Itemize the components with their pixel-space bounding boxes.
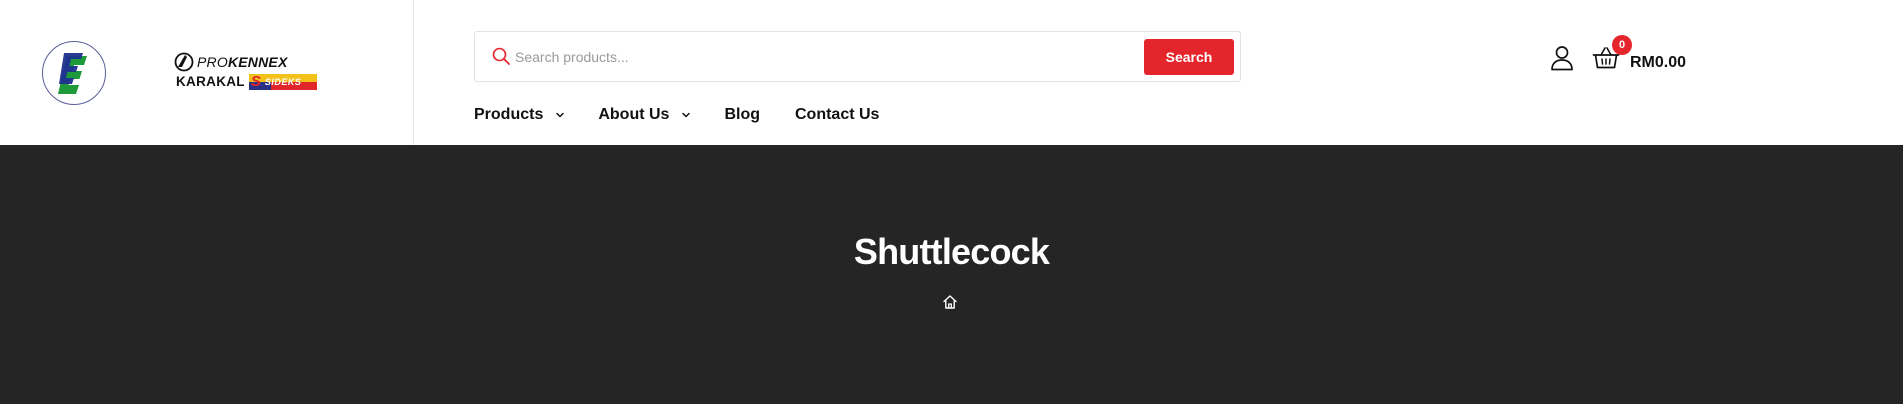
nav-item-contact-us[interactable]: Contact Us bbox=[795, 103, 879, 127]
nav-item-label: Contact Us bbox=[795, 106, 880, 123]
search-form: Search bbox=[474, 31, 1241, 82]
nav-item-products[interactable]: Products bbox=[474, 103, 565, 127]
site-header: PROKENNEX KARAKAL S SIDEKS Search Produc… bbox=[0, 0, 1903, 145]
main-nav: Products About Us Blog Contact Us bbox=[474, 103, 879, 127]
prokennex-logo: PROKENNEX bbox=[174, 52, 288, 72]
sideks-name: SIDEKS bbox=[264, 77, 302, 87]
search-icon bbox=[492, 47, 510, 65]
prokennex-mark-icon bbox=[174, 52, 194, 72]
chevron-down-icon bbox=[682, 112, 691, 118]
brand-area: PROKENNEX KARAKAL S SIDEKS bbox=[0, 0, 414, 145]
e-logo-icon bbox=[58, 53, 87, 94]
nav-item-label: Products bbox=[474, 106, 544, 123]
user-icon[interactable] bbox=[1550, 45, 1574, 71]
cart-total[interactable]: RM0.00 bbox=[1630, 52, 1686, 74]
site-logo[interactable] bbox=[42, 41, 106, 105]
chevron-down-icon bbox=[556, 112, 565, 118]
nav-item-about-us[interactable]: About Us bbox=[598, 103, 691, 127]
search-button[interactable]: Search bbox=[1144, 39, 1234, 75]
nav-item-label: Blog bbox=[724, 106, 760, 123]
page-hero: Shuttlecock bbox=[0, 145, 1903, 404]
cart-count-badge: 0 bbox=[1612, 35, 1632, 55]
prokennex-prefix: PRO bbox=[197, 54, 228, 70]
sideks-mark: S bbox=[250, 74, 261, 90]
karakal-sideks-logos: KARAKAL S SIDEKS bbox=[176, 73, 317, 91]
karakal-logo: KARAKAL bbox=[176, 74, 245, 89]
page-title: Shuttlecock bbox=[853, 231, 1050, 272]
prokennex-name: KENNEX bbox=[227, 54, 288, 70]
search-input[interactable] bbox=[515, 44, 1095, 70]
nav-item-label: About Us bbox=[598, 106, 670, 123]
sideks-logo: S SIDEKS bbox=[248, 74, 317, 90]
home-icon[interactable] bbox=[942, 294, 958, 310]
partner-brand-logos: PROKENNEX KARAKAL S SIDEKS bbox=[174, 52, 326, 92]
nav-item-blog[interactable]: Blog bbox=[724, 103, 760, 127]
